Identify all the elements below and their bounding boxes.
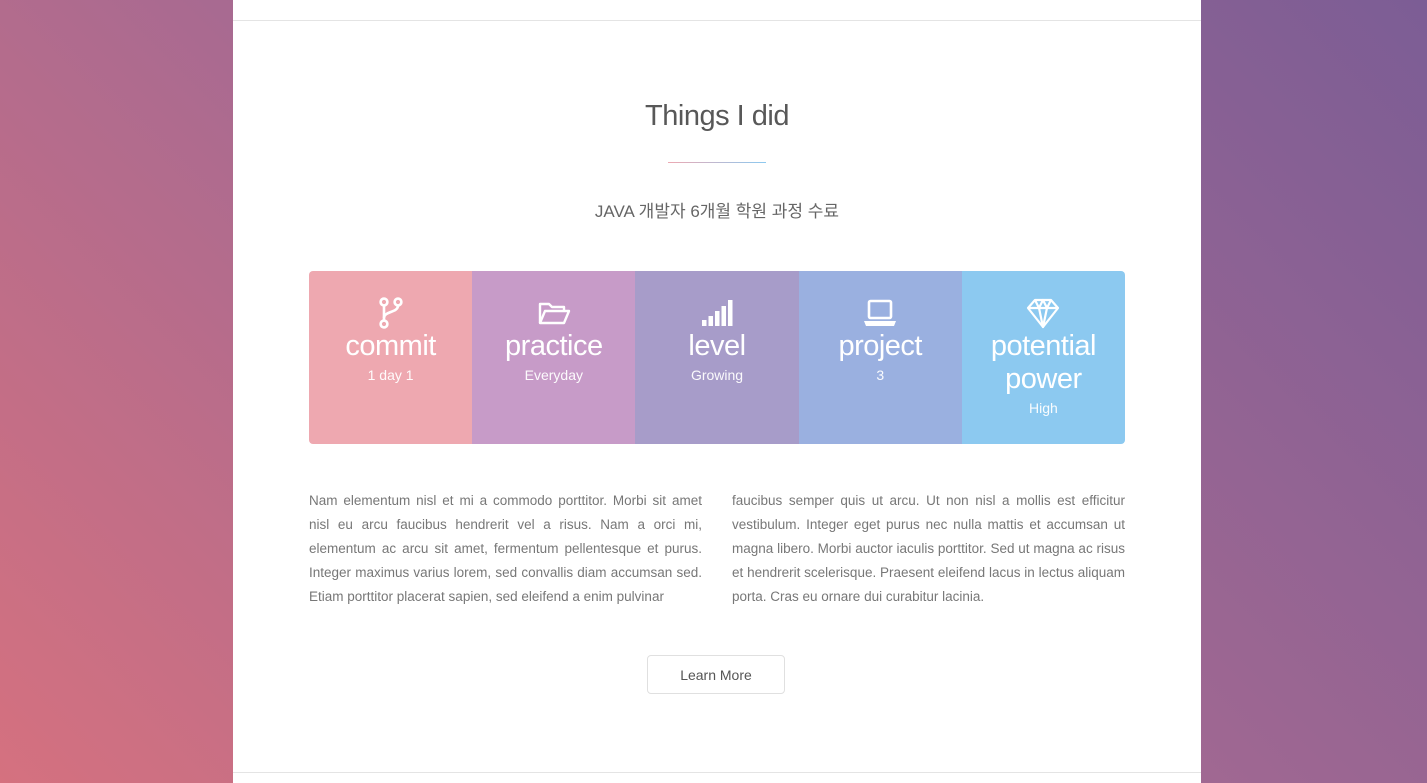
paragraph-left: Nam elementum nisl et mi a commodo portt… [309,493,702,604]
stat-commit: commit 1 day 1 [309,271,473,444]
stat-value: High [1029,400,1058,416]
code-branch-icon [378,297,403,329]
bottom-divider [233,772,1201,773]
stat-value: 1 day 1 [367,367,414,383]
stat-value: 3 [876,367,885,383]
learn-more-button[interactable]: Learn More [647,655,785,694]
stat-label: level [688,330,746,362]
section-title: Things I did [645,100,789,132]
diamond-icon [1027,298,1060,329]
top-divider [233,20,1201,21]
stat-label: commit [345,330,436,362]
stat-value: Growing [690,367,744,383]
stat-label: practice [505,330,603,362]
stat-value: Everyday [524,367,583,383]
title-underline [668,162,766,163]
body-columns: Nam elementum nisl et mi a commodo portt… [309,489,1125,609]
stat-project: project 3 [798,271,962,444]
laptop-icon [864,299,897,326]
stat-practice: practice Everyday [472,271,636,444]
section-subtitle: JAVA 개발자 6개월 학원 과정 수료 [594,202,840,221]
content-panel: Things I did JAVA 개발자 6개월 학원 과정 수료 commi… [233,0,1201,783]
stat-label: potential power [990,330,1097,395]
stat-potential-power: potential power High [961,271,1125,444]
folder-open-icon [538,302,570,325]
stats-strip: commit 1 day 1 practice Everyday level G… [309,271,1125,444]
paragraph-right: faucibus semper quis ut arcu. Ut non nis… [732,493,1125,604]
stat-level: level Growing [635,271,799,444]
stat-label: project [838,330,922,362]
signal-bars-icon [702,300,733,326]
